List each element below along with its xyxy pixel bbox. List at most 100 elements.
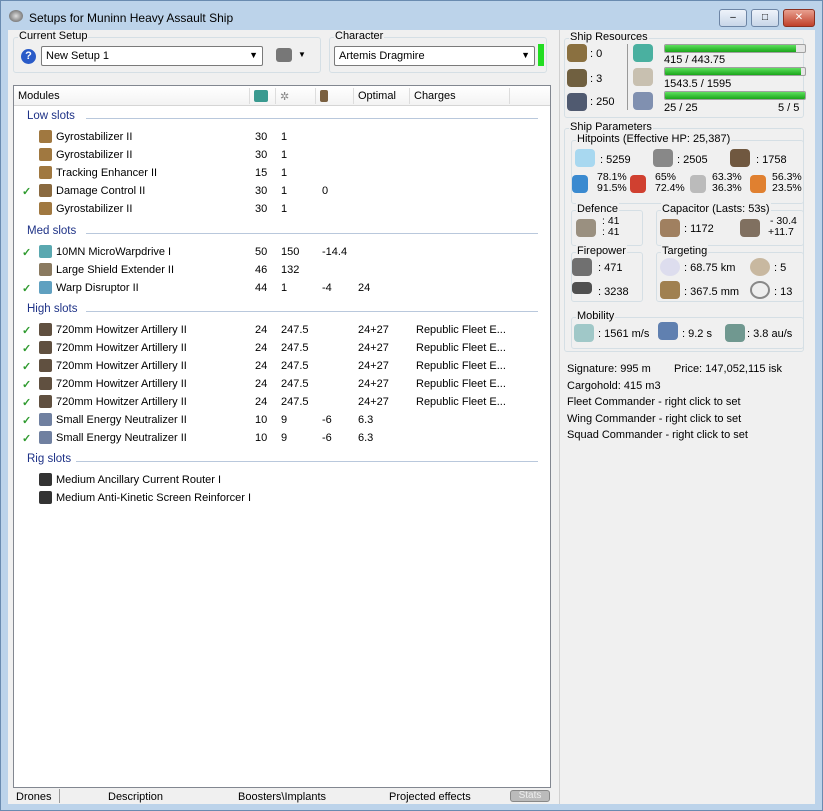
dps-icon: [572, 258, 592, 276]
module-row[interactable]: Tracking Enhancer II 15 1: [14, 164, 550, 182]
module-cpu: 30: [255, 185, 268, 197]
module-icon: [39, 245, 52, 258]
powergrid-icon: [633, 68, 653, 86]
thermal-resist-icon: [630, 175, 646, 193]
module-row[interactable]: Medium Ancillary Current Router I: [14, 471, 550, 489]
module-row[interactable]: ✓ 720mm Howitzer Artillery II 24 247.5 24+27…: [14, 339, 550, 357]
module-row[interactable]: ✓ 10MN MicroWarpdrive I 50 150 -14.4: [14, 243, 550, 261]
col-power[interactable]: ✲: [276, 88, 316, 104]
tab-description[interactable]: Description: [108, 791, 163, 803]
module-power: 9: [281, 414, 288, 426]
setup-actions-button[interactable]: ▼: [276, 48, 312, 64]
tab-projected-effects[interactable]: Projected effects: [389, 791, 471, 803]
module-icon: [39, 431, 52, 444]
module-row[interactable]: ✓ 720mm Howitzer Artillery II 24 247.5 24+27…: [14, 375, 550, 393]
col-charges[interactable]: Charges: [410, 88, 510, 104]
targeting-range-icon: [660, 258, 680, 276]
module-charge: Republic Fleet E...: [416, 396, 506, 408]
max-velocity-icon: [574, 324, 594, 342]
col-capacitor[interactable]: [316, 88, 354, 104]
module-icon: [39, 491, 52, 504]
module-cpu: 24: [255, 360, 268, 372]
module-charge: Republic Fleet E...: [416, 378, 506, 390]
volley-value: : 3238: [598, 286, 629, 298]
chevron-down-icon: ▼: [249, 50, 258, 60]
scan-resolution-icon: [660, 281, 680, 299]
module-row[interactable]: ✓ 720mm Howitzer Artillery II 24 247.5 24+27…: [14, 393, 550, 411]
tab-boosters-implants[interactable]: Boosters\Implants: [238, 791, 326, 803]
active-check-icon[interactable]: ✓: [22, 185, 31, 198]
col-optimal[interactable]: Optimal: [354, 88, 410, 104]
hitpoints-label: Hitpoints (Effective HP: 25,387): [576, 133, 732, 145]
shield-hp-icon: [575, 149, 595, 167]
active-check-icon[interactable]: ✓: [22, 324, 31, 337]
module-optimal: 24+27: [358, 378, 389, 390]
help-icon[interactable]: ?: [21, 49, 36, 64]
module-row[interactable]: Large Shield Extender II 46 132: [14, 261, 550, 279]
character-select[interactable]: Artemis Dragmire ▼: [334, 46, 535, 66]
module-row[interactable]: Gyrostabilizer II 30 1: [14, 128, 550, 146]
align-time-icon: [658, 322, 678, 340]
module-cpu: 10: [255, 432, 268, 444]
module-icon: [39, 341, 52, 354]
module-row[interactable]: Medium Anti-Kinetic Screen Reinforcer I: [14, 489, 550, 507]
em-resist-armor: 91.5%: [597, 182, 627, 194]
module-row[interactable]: ✓ Warp Disruptor II 44 1 -4 24: [14, 279, 550, 297]
close-button[interactable]: ✕: [783, 9, 815, 27]
align-time: : 9.2 s: [682, 328, 712, 340]
module-row[interactable]: ✓ 720mm Howitzer Artillery II 24 247.5 24+27…: [14, 357, 550, 375]
module-power: 247.5: [281, 342, 309, 354]
launcher-slots: : 3: [590, 73, 603, 85]
module-icon: [39, 473, 52, 486]
module-name: 720mm Howitzer Artillery II: [56, 324, 187, 336]
active-check-icon[interactable]: ✓: [22, 414, 31, 427]
fleet-commander[interactable]: Fleet Commander - right click to set: [567, 396, 741, 408]
module-row[interactable]: Gyrostabilizer II 30 1: [14, 200, 550, 218]
minimize-button[interactable]: –: [719, 9, 747, 27]
ship-icon: [276, 48, 292, 62]
col-cpu[interactable]: [250, 88, 276, 104]
module-cpu: 10: [255, 414, 268, 426]
active-check-icon[interactable]: ✓: [22, 432, 31, 445]
module-row[interactable]: Gyrostabilizer II 30 1: [14, 146, 550, 164]
maximize-button[interactable]: □: [751, 9, 779, 27]
module-row[interactable]: ✓ 720mm Howitzer Artillery II 24 247.5 24+27…: [14, 321, 550, 339]
module-icon: [39, 148, 52, 161]
setup-value: New Setup 1: [46, 50, 109, 62]
defence-label: Defence: [576, 203, 619, 215]
squad-commander[interactable]: Squad Commander - right click to set: [567, 429, 748, 441]
module-optimal: 24+27: [358, 324, 389, 336]
kinetic-resist-icon: [690, 175, 706, 193]
stats-button[interactable]: Stats: [510, 790, 550, 802]
module-row[interactable]: ✓ Damage Control II 30 1 0: [14, 182, 550, 200]
module-power: 247.5: [281, 324, 309, 336]
module-name: 720mm Howitzer Artillery II: [56, 342, 187, 354]
bandwidth-value: 25 / 25: [664, 102, 698, 114]
max-targets-icon: [750, 258, 770, 276]
defence-value-2: : 41: [602, 226, 620, 238]
active-check-icon[interactable]: ✓: [22, 342, 31, 355]
module-power: 9: [281, 432, 288, 444]
chevron-down-icon: ▼: [521, 50, 530, 60]
warp-speed: : 3.8 au/s: [747, 328, 793, 340]
capacitor-recharge-icon: [740, 219, 760, 237]
module-cpu: 30: [255, 149, 268, 161]
module-row[interactable]: ✓ Small Energy Neutralizer II 10 9 -6 6.3: [14, 411, 550, 429]
col-modules[interactable]: Modules: [14, 88, 250, 104]
module-name: 720mm Howitzer Artillery II: [56, 360, 187, 372]
wing-commander[interactable]: Wing Commander - right click to set: [567, 413, 741, 425]
capacitor-value: : 1172: [684, 223, 714, 235]
active-check-icon[interactable]: ✓: [22, 378, 31, 391]
active-check-icon[interactable]: ✓: [22, 282, 31, 295]
module-charge: Republic Fleet E...: [416, 324, 506, 336]
active-check-icon[interactable]: ✓: [22, 360, 31, 373]
module-row[interactable]: ✓ Small Energy Neutralizer II 10 9 -6 6.3: [14, 429, 550, 447]
active-check-icon[interactable]: ✓: [22, 396, 31, 409]
section-rig-slots: Rig slots: [27, 453, 72, 465]
thermal-resist-armor: 72.4%: [655, 182, 685, 194]
modules-list[interactable]: Modules ✲ Optimal Charges Low slots Gyros…: [13, 85, 551, 788]
tab-drones[interactable]: Drones: [16, 791, 51, 803]
module-name: Large Shield Extender II: [56, 264, 175, 276]
active-check-icon[interactable]: ✓: [22, 246, 31, 259]
setup-select[interactable]: New Setup 1 ▼: [41, 46, 263, 66]
